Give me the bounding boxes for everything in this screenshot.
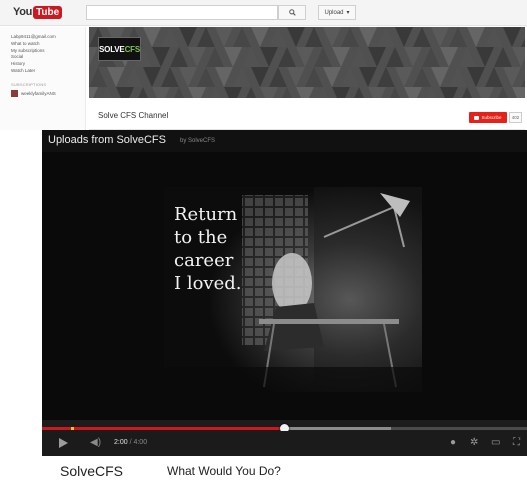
video-overlay-text: Return to the career I loved.	[174, 203, 242, 295]
sidebar-subscription-item[interactable]: weeklyfamilyANS	[11, 89, 85, 97]
chevron-down-icon: ▾	[346, 10, 350, 16]
sidebar-item-what-to-watch[interactable]: What to watch	[11, 41, 85, 48]
play-icon[interactable]	[59, 438, 68, 448]
guide-sidebar: Labp9411@gmail.com What to watch My subs…	[0, 27, 86, 130]
player-controls: ◀) 2:00 / 4:00 ● ✲ ▭ ⛶	[42, 431, 527, 456]
settings-icon[interactable]: ✲	[470, 437, 478, 448]
channel-banner: SOLVE CFS	[89, 27, 525, 98]
playlist-title[interactable]: Uploads from SolveCFS	[48, 134, 166, 146]
channel-logo-cfs: CFS	[124, 44, 141, 54]
upload-button[interactable]: Upload ▾	[318, 5, 356, 20]
player-title-bar: Uploads from SolveCFS by SolveCFS	[42, 130, 527, 152]
logo-tube-text: Tube	[33, 5, 63, 19]
sidebar-item-my-subscriptions[interactable]: My subscriptions	[11, 48, 85, 55]
theater-icon[interactable]: ▭	[491, 437, 500, 448]
sidebar-item-social[interactable]: Social	[11, 54, 85, 61]
search-button[interactable]	[278, 5, 306, 20]
masthead: You Tube Upload ▾	[0, 0, 527, 26]
annotations-icon[interactable]: ●	[450, 437, 456, 448]
playlist-author[interactable]: by SolveCFS	[180, 138, 215, 144]
overlay-line: to the	[174, 227, 228, 248]
fullscreen-icon[interactable]: ⛶	[513, 437, 520, 448]
channel-header-bar: Solve CFS Channel Subscribe 402	[89, 98, 525, 130]
video-frame[interactable]: Return to the career I loved.	[164, 187, 422, 392]
duration: 4:00	[133, 439, 148, 446]
channel-logo[interactable]: SOLVE CFS	[98, 37, 141, 61]
subscriber-count: 402	[509, 112, 522, 123]
progress-played	[42, 427, 285, 430]
progress-bar[interactable]	[42, 424, 527, 433]
youtube-play-icon	[474, 115, 480, 120]
sidebar-item-watch-later[interactable]: Watch Later	[11, 68, 85, 75]
video-channel-name[interactable]: SolveCFS	[60, 463, 123, 479]
sidebar-item-history[interactable]: History	[11, 61, 85, 68]
search-icon	[288, 9, 296, 16]
volume-icon[interactable]: ◀)	[90, 437, 101, 448]
subscribe-button[interactable]: Subscribe	[469, 112, 507, 123]
channel-logo-solve: SOLVE	[99, 44, 125, 54]
overlay-line: career	[174, 250, 234, 271]
sidebar-item-account[interactable]: Labp9411@gmail.com	[11, 34, 85, 41]
channel-thumbnail	[11, 89, 18, 97]
video-player[interactable]: Uploads from SolveCFS by SolveCFS Return…	[42, 130, 527, 456]
video-area[interactable]: Return to the career I loved.	[42, 152, 527, 420]
progress-marker	[71, 427, 75, 430]
overlay-line: I loved.	[174, 273, 242, 294]
upload-label: Upload	[324, 9, 344, 16]
sidebar-section-subscriptions: Subscriptions	[11, 81, 47, 87]
subscribe-label: Subscribe	[481, 115, 502, 120]
current-time: 2:00	[114, 439, 128, 446]
subscription-label: weeklyfamilyANS	[21, 90, 56, 96]
overlay-line: Return	[174, 204, 238, 225]
video-info: SolveCFS What Would You Do?	[42, 456, 527, 487]
logo-you-text: You	[13, 6, 33, 18]
video-title[interactable]: What Would You Do?	[167, 464, 281, 478]
search-input[interactable]	[86, 5, 278, 20]
time-display: 2:00 / 4:00	[114, 439, 147, 446]
banner-pattern	[89, 27, 525, 98]
youtube-logo[interactable]: You Tube	[13, 5, 63, 19]
channel-title[interactable]: Solve CFS Channel	[98, 111, 168, 120]
